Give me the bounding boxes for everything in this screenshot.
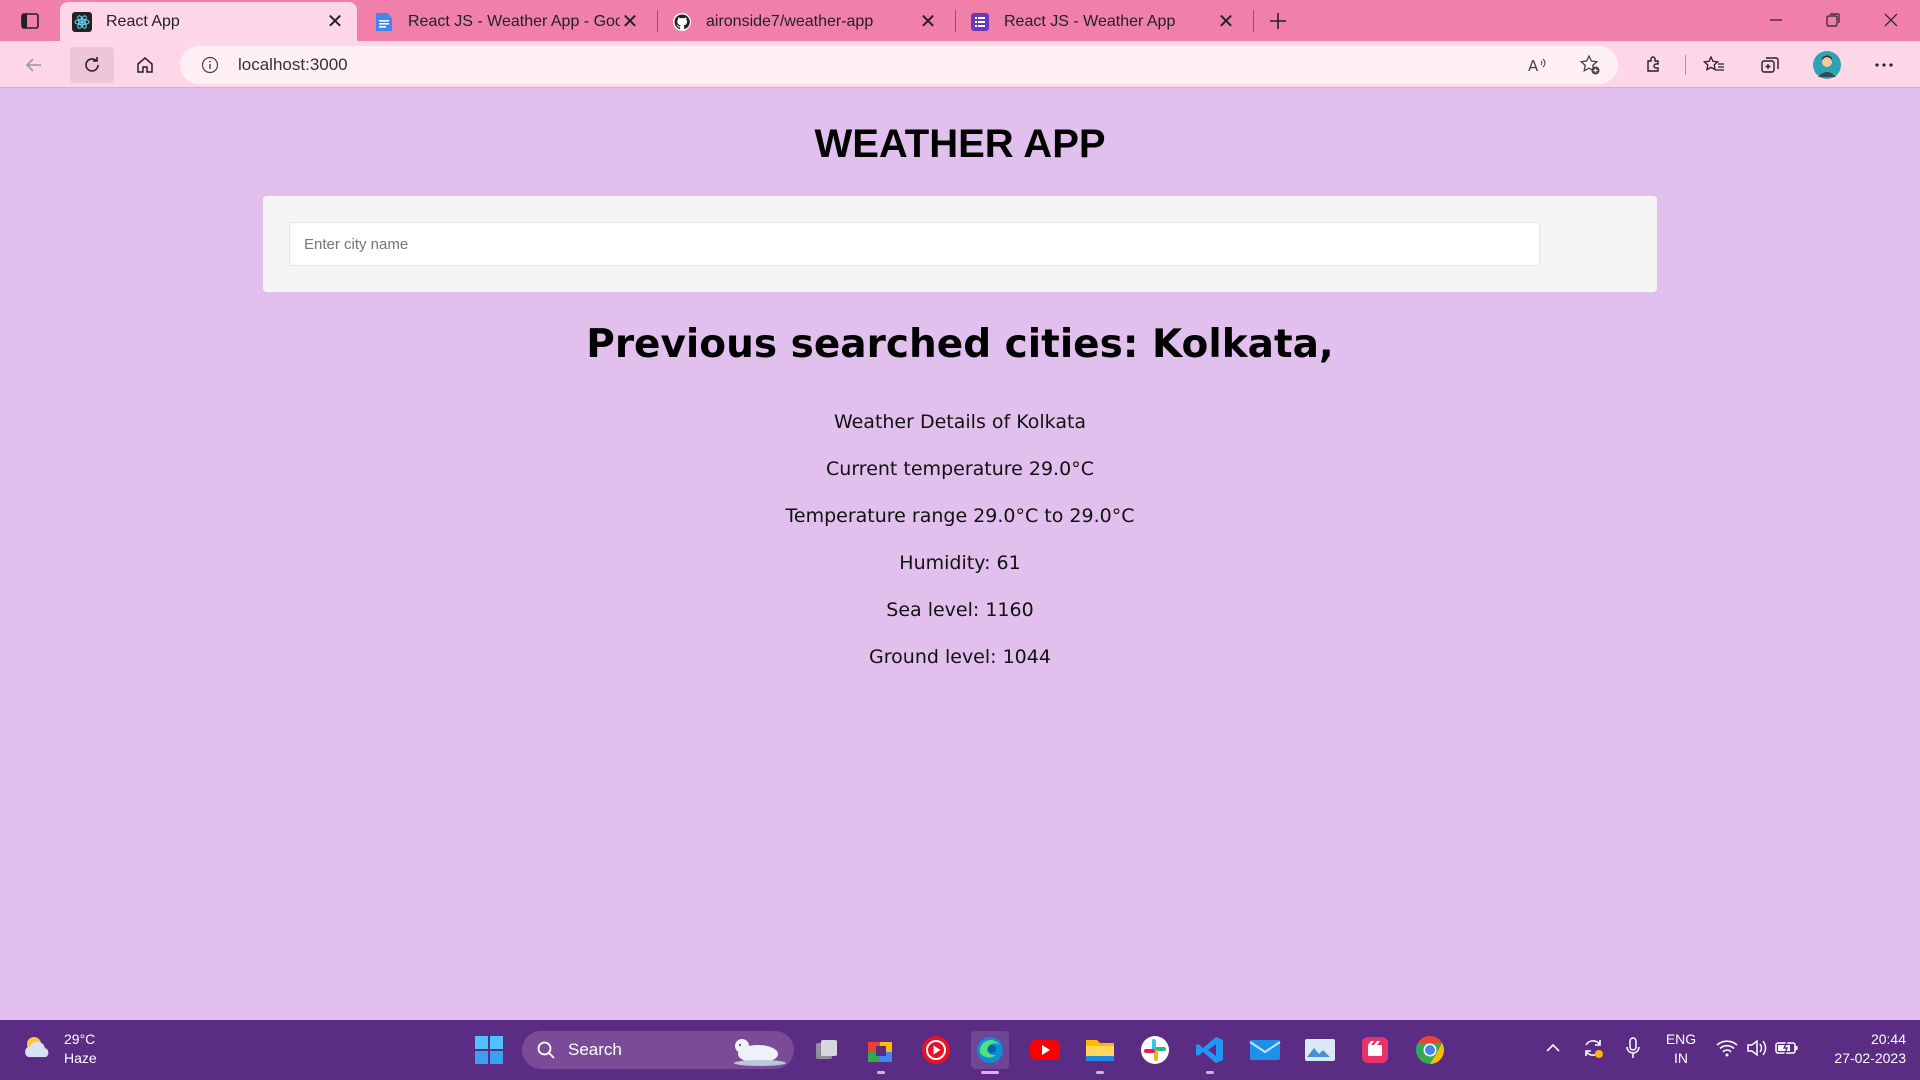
url-text: localhost:3000 — [238, 55, 348, 74]
tab-actions-icon[interactable] — [18, 9, 42, 33]
weather-temperature: 29°C — [64, 1031, 96, 1047]
youtube-icon[interactable] — [1026, 1031, 1064, 1069]
file-explorer-icon[interactable] — [1081, 1031, 1119, 1074]
tab-title: aironside7/weather-app — [706, 12, 874, 30]
close-window-icon[interactable] — [1871, 4, 1911, 36]
add-favorite-icon[interactable] — [1578, 53, 1602, 77]
page-title: WEATHER APP — [814, 122, 1106, 166]
taskbar: 29°C Haze Search ENG IN 20:44 27-02-2023 — [0, 1020, 1920, 1080]
search-icon — [536, 1040, 556, 1060]
read-aloud-icon[interactable]: A — [1526, 53, 1550, 77]
collections-icon[interactable] — [1752, 47, 1788, 83]
volume-icon[interactable] — [1744, 1034, 1770, 1062]
clipchamp-icon[interactable] — [1356, 1031, 1394, 1069]
humidity: Humidity: 61 — [899, 552, 1021, 574]
tab-divider — [1253, 10, 1254, 32]
sync-icon[interactable] — [1580, 1034, 1606, 1062]
temperature-range: Temperature range 29.0°C to 29.0°C — [785, 505, 1135, 527]
media-player-icon[interactable] — [917, 1031, 955, 1069]
back-arrow-icon[interactable] — [16, 47, 52, 83]
edge-browser-icon[interactable] — [971, 1031, 1009, 1074]
weather-details: Weather Details of Kolkata Current tempe… — [0, 399, 1920, 681]
tab-divider — [657, 10, 658, 32]
github-icon — [672, 12, 692, 32]
address-bar[interactable]: localhost:3000 A — [180, 46, 1618, 84]
tab-title: React JS - Weather App — [1004, 12, 1176, 30]
minimize-icon[interactable] — [1756, 4, 1796, 36]
weather-description: Haze — [64, 1050, 97, 1066]
home-icon[interactable] — [127, 47, 163, 83]
windows-start-icon[interactable] — [470, 1031, 508, 1069]
task-view-icon[interactable] — [808, 1031, 846, 1069]
tab-google-forms[interactable]: React JS - Weather App ✕ — [958, 2, 1248, 41]
favorites-icon[interactable] — [1696, 47, 1732, 83]
close-tab-icon[interactable]: ✕ — [918, 11, 938, 33]
polar-bear-icon — [734, 1039, 786, 1066]
google-docs-icon — [374, 12, 394, 32]
new-tab-plus-icon[interactable] — [1263, 6, 1293, 36]
haze-weather-icon — [25, 1037, 49, 1057]
clock-time: 20:44 — [1870, 1031, 1906, 1047]
browser-toolbar: localhost:3000 A — [0, 41, 1920, 88]
vscode-icon[interactable] — [1191, 1031, 1229, 1074]
extensions-icon[interactable] — [1636, 47, 1672, 83]
photos-app-icon[interactable] — [1301, 1031, 1339, 1069]
profile-avatar[interactable] — [1809, 47, 1845, 83]
battery-icon[interactable] — [1774, 1034, 1800, 1062]
restore-icon[interactable] — [1813, 4, 1853, 36]
wifi-icon[interactable] — [1714, 1034, 1740, 1062]
tab-react-app[interactable]: React App ✕ — [60, 2, 357, 41]
weather-details-heading: Weather Details of Kolkata — [833, 411, 1087, 433]
google-forms-icon — [970, 12, 990, 32]
react-icon — [72, 11, 92, 32]
ground-level: Ground level: 1044 — [869, 646, 1051, 668]
chrome-icon[interactable] — [1411, 1031, 1449, 1069]
tab-title: React JS - Weather App - Google — [408, 12, 620, 30]
microphone-icon[interactable] — [1620, 1034, 1646, 1062]
close-tab-icon[interactable]: ✕ — [1216, 11, 1236, 33]
close-tab-icon[interactable]: ✕ — [620, 11, 640, 33]
site-info-icon[interactable] — [200, 55, 220, 75]
taskbar-search-label: Search — [568, 1040, 622, 1059]
language-code: ENG — [1665, 1031, 1697, 1047]
weather-widget[interactable]: 29°C Haze — [20, 1030, 97, 1068]
clock-date: 27-02-2023 — [1834, 1050, 1906, 1066]
region-code: IN — [1674, 1050, 1688, 1066]
tab-title: React App — [106, 12, 180, 30]
meet-app-icon[interactable] — [862, 1031, 900, 1074]
tab-divider — [955, 10, 956, 32]
slack-icon[interactable] — [1136, 1031, 1174, 1069]
current-temperature: Current temperature 29.0°C — [826, 458, 1094, 480]
toolbar-divider — [1685, 55, 1686, 75]
taskbar-search[interactable]: Search — [522, 1031, 794, 1069]
refresh-icon[interactable] — [70, 47, 114, 83]
clock[interactable]: 20:44 27-02-2023 — [1814, 1030, 1906, 1068]
tab-google-docs[interactable]: React JS - Weather App - Google ✕ — [362, 2, 652, 41]
chevron-up-icon[interactable] — [1540, 1034, 1566, 1062]
search-card — [263, 196, 1657, 292]
svg-text:A: A — [1528, 57, 1539, 75]
close-tab-icon[interactable]: ✕ — [325, 11, 345, 33]
previous-searched-cities: Previous searched cities: Kolkata, — [586, 322, 1334, 367]
tab-github[interactable]: aironside7/weather-app ✕ — [660, 2, 950, 41]
weather-app-page: WEATHER APP Previous searched cities: Ko… — [0, 89, 1920, 1020]
sea-level: Sea level: 1160 — [886, 599, 1034, 621]
tab-strip: React App ✕ React JS - Weather App - Goo… — [0, 0, 1920, 41]
more-options-icon[interactable] — [1866, 47, 1902, 83]
city-search-input[interactable] — [289, 222, 1540, 266]
language-indicator[interactable]: ENG IN — [1662, 1030, 1700, 1068]
mail-icon[interactable] — [1246, 1031, 1284, 1069]
